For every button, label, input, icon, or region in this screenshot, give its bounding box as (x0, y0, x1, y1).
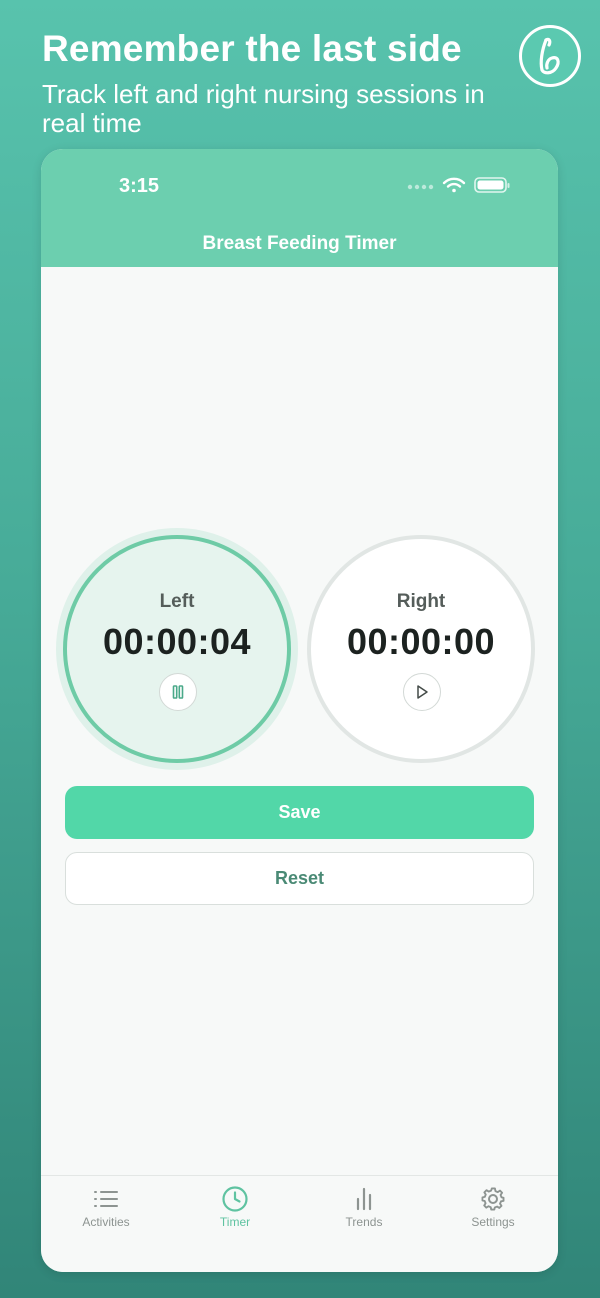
left-timer[interactable]: Left 00:00:04 (63, 535, 291, 763)
right-timer-value: 00:00:00 (346, 621, 496, 662)
app-header: 3:15 Breast Feeding Timer (41, 149, 558, 267)
right-timer[interactable]: Right 00:00:00 (307, 535, 535, 763)
list-icon (94, 1191, 118, 1207)
reset-button[interactable]: Reset (65, 852, 534, 905)
play-icon (417, 685, 428, 699)
phone-screen: 3:15 Breast Feeding Timer Left 00:00:04 … (41, 149, 558, 1272)
tab-bar: Activities Timer Trends Settings (41, 1175, 558, 1272)
wifi-icon (442, 177, 466, 193)
tab-trends[interactable]: Trends (314, 1186, 414, 1246)
brand-logo-icon (519, 25, 581, 87)
cellular-dots-icon (407, 184, 434, 190)
promo-title: Remember the last side (42, 28, 462, 69)
gear-icon (481, 1187, 505, 1211)
tab-trends-label: Trends (345, 1215, 383, 1229)
tab-timer-label: Timer (219, 1215, 251, 1229)
battery-icon (474, 177, 510, 193)
tab-settings-label: Settings (471, 1215, 515, 1229)
tab-activities-label: Activities (82, 1215, 130, 1229)
left-timer-value: 00:00:04 (102, 621, 252, 662)
pause-icon (172, 685, 184, 699)
left-pause-button[interactable] (159, 673, 197, 711)
tab-activities[interactable]: Activities (56, 1186, 156, 1246)
status-time: 3:15 (119, 175, 160, 197)
promo-subtitle: Track left and right nursing sessions in… (42, 79, 485, 138)
tab-settings[interactable]: Settings (443, 1186, 543, 1246)
left-timer-label: Left (159, 591, 195, 612)
right-timer-label: Right (396, 591, 446, 612)
nav-title: Breast Feeding Timer (202, 233, 397, 254)
tab-timer[interactable]: Timer (185, 1186, 285, 1246)
save-button[interactable]: Save (65, 786, 534, 839)
clock-icon (222, 1186, 248, 1212)
bar-chart-icon (356, 1187, 372, 1211)
status-icons (407, 175, 517, 195)
right-play-button[interactable] (403, 673, 441, 711)
